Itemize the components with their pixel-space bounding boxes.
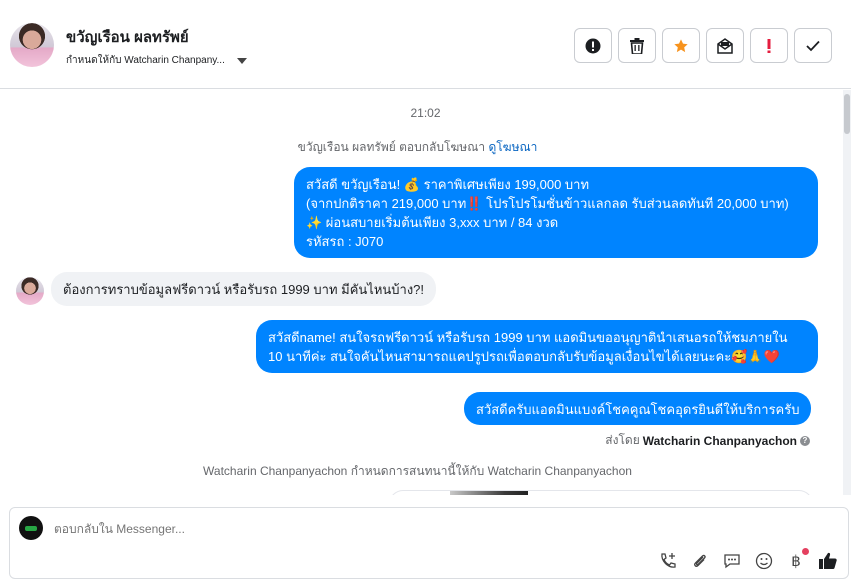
message-bubble-incoming[interactable]: ต้องการทราบข้อมูลฟรีดาวน์ หรือรับรถ 1999… [51,272,437,306]
composer: ฿ [9,507,849,579]
composer-tools: ฿ [658,548,838,571]
message-line: สวัสดี ขวัญเรือน! 💰 ราคาพิเศษเพียง 199,0… [306,177,590,192]
message-bubble-outgoing[interactable]: สวัสดีครับแอดมินแบงค์โชคคูณโชคอุดรยินดีใ… [464,392,812,425]
message-line: สวัสดีครับแอดมินแบงค์โชคคูณโชคอุดรยินดีใ… [476,402,800,417]
chat-bubble-icon [724,554,740,569]
like-button[interactable] [818,551,838,571]
delete-button[interactable] [618,28,656,63]
assignee-dropdown[interactable]: กำหนดให้กับ Watcharin Chanpany... [66,53,247,68]
chevron-down-icon [236,57,247,64]
assignee-label: กำหนดให้กับ Watcharin Chanpany... [66,55,225,66]
payment-button[interactable]: ฿ [786,548,809,571]
message-line: รหัสรถ : J070 [306,234,384,249]
smiley-icon [755,552,773,570]
scrollbar-thumb[interactable] [844,94,850,134]
mark-done-button[interactable] [794,28,832,63]
message-line: ต้องการทราบข้อมูลฟรีดาวน์ หรือรับรถ 1999… [63,282,425,297]
reply-input[interactable] [54,522,754,536]
exclamation-icon [767,38,771,53]
message-bubble-outgoing[interactable]: สวัสดีname! สนใจรถฟรีดาวน์ หรือรับรถ 199… [256,320,818,373]
notification-dot [802,548,809,555]
paperclip-icon [694,554,706,567]
message-bubble-outgoing[interactable]: สวัสดี ขวัญเรือน! 💰 ราคาพิเศษเพียง 199,0… [294,167,818,258]
assignment-note: Watcharin Chanpanyachon กำหนดการสนทนานี้… [203,464,632,478]
message-line: สวัสดีname! สนใจรถฟรีดาวน์ หรือรับรถ 199… [268,330,788,345]
message-thread: 21:02 ขวัญเรือน ผลทรัพย์ ตอบกลับโฆษณา ดู… [0,90,843,495]
message-line: ✨ ผ่อนสบายเริ่มต้นเพียง 3,xxx บาท / 84 ง… [306,215,559,230]
thumbs-up-icon [819,552,837,569]
message-line: 10 นาทีค่ะ สนใจคันไหนสามารถแคปรูปรถเพื่อ… [268,349,780,364]
sent-by-note: ส่งโดย Watcharin Chanpanyachon ? [605,431,810,450]
page-avatar [19,516,43,540]
sent-by-label: ส่งโดย [605,433,640,447]
saved-replies-button[interactable] [722,551,742,571]
message-line: (จากปกติราคา 219,000 บาท‼️ โปรโปรโมชั่นข… [306,196,789,211]
conversation-header: ขวัญเรือน ผลทรัพย์ กำหนดให้กับ Watcharin… [0,0,851,89]
view-ad-link[interactable]: ดูโฆษณา [488,140,537,154]
star-button[interactable] [662,28,700,63]
attachment-card[interactable] [389,490,813,495]
attachment-image [450,491,528,495]
check-icon [806,40,820,51]
timestamp: 21:02 [410,106,441,120]
alert-circle-icon [585,38,601,53]
sent-by-name: Watcharin Chanpanyachon [642,433,797,448]
contact-name[interactable]: ขวัญเรือน ผลทรัพย์ [66,25,189,49]
follow-up-button[interactable] [750,28,788,63]
envelope-icon [717,37,733,54]
mark-unread-button[interactable] [706,28,744,63]
info-icon[interactable]: ? [800,435,810,446]
contact-avatar[interactable] [10,23,54,67]
phone-plus-icon [661,553,676,568]
emoji-button[interactable] [754,551,774,571]
scrollbar[interactable] [843,90,851,495]
trash-icon [630,37,644,54]
ad-reply-text: ขวัญเรือน ผลทรัพย์ ตอบกลับโฆษณา [297,140,486,154]
star-icon [674,38,688,52]
sender-avatar[interactable] [16,277,44,305]
baht-icon: ฿ [791,553,801,570]
ad-reply-note: ขวัญเรือน ผลทรัพย์ ตอบกลับโฆษณา ดูโฆษณา [0,138,835,157]
attach-button[interactable] [690,551,710,571]
header-actions [574,28,832,63]
mark-spam-button[interactable] [574,28,612,63]
call-add-button[interactable] [658,551,678,571]
